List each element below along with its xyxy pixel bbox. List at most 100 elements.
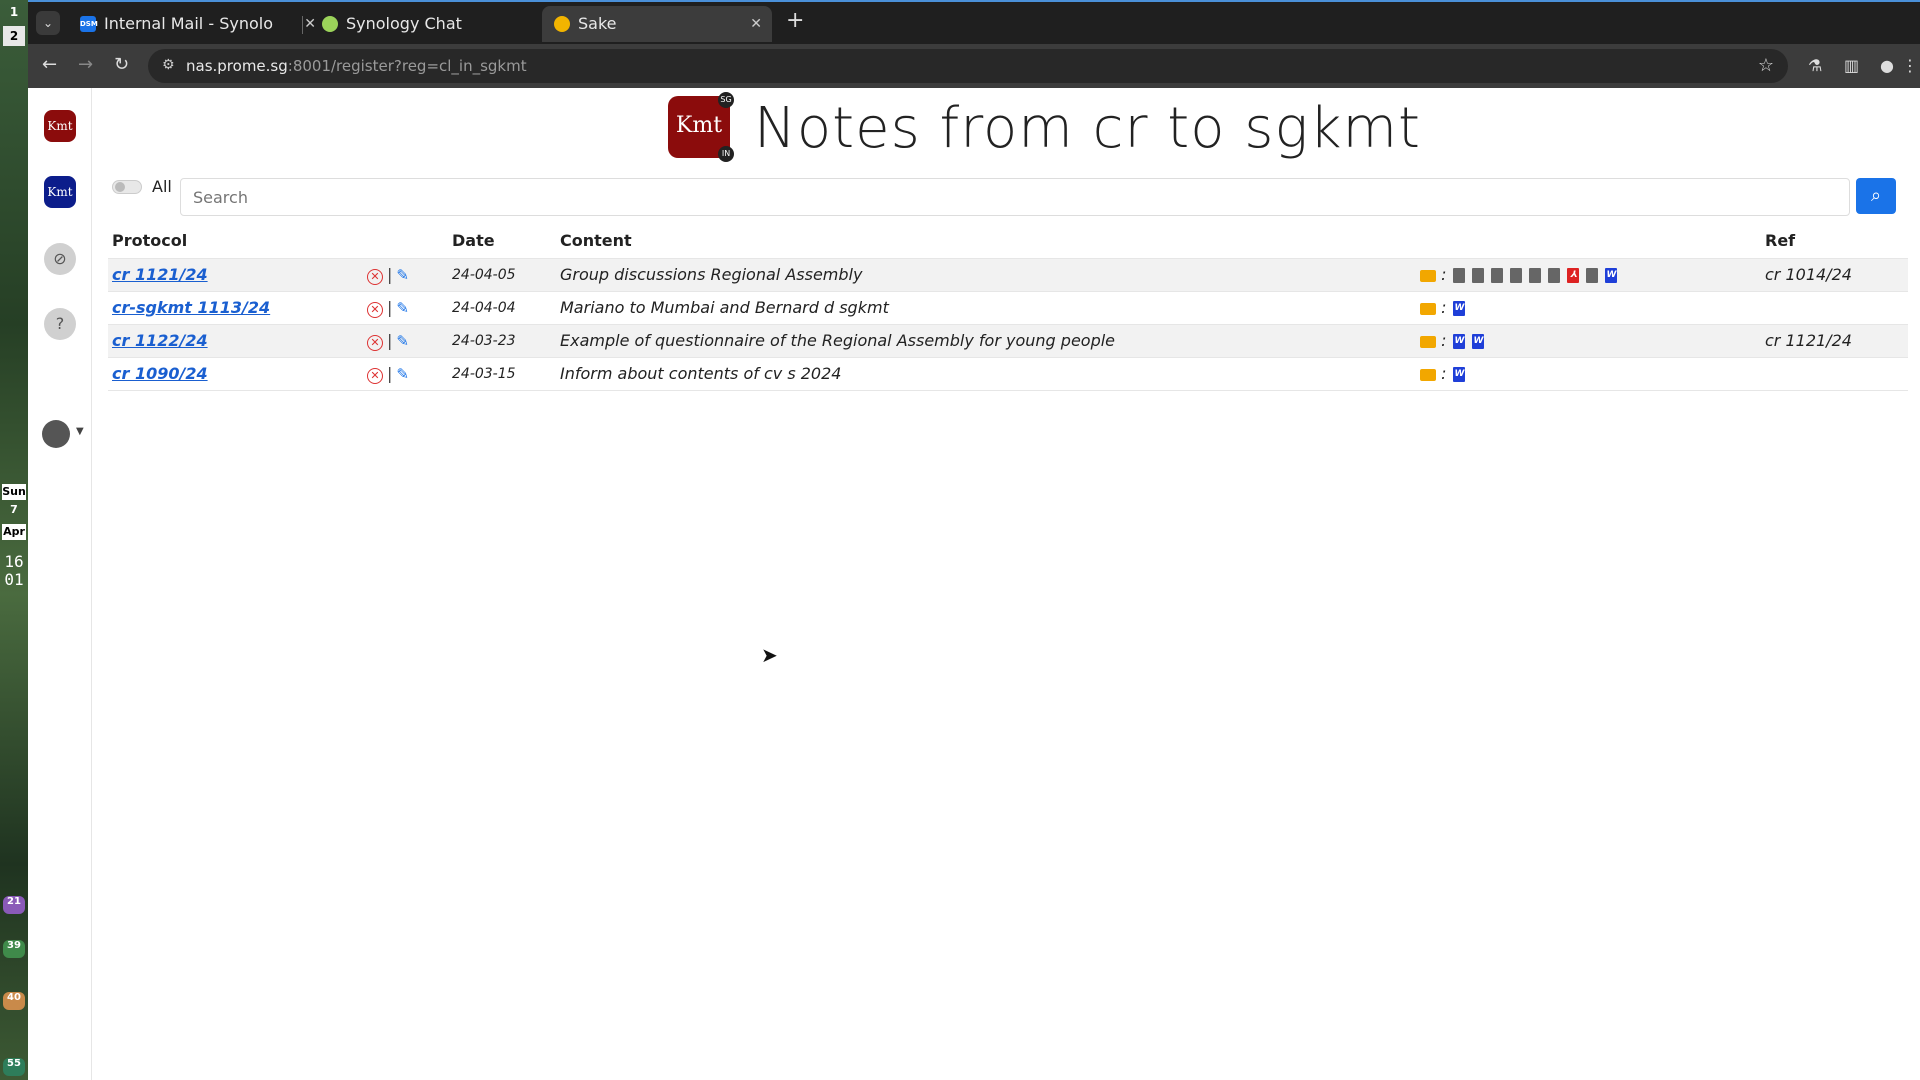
- word-file-icon[interactable]: W: [1472, 334, 1485, 349]
- separator: |: [387, 330, 393, 350]
- tab-synology-chat[interactable]: Synology Chat ✕: [310, 6, 568, 42]
- user-avatar[interactable]: [42, 420, 70, 448]
- ref-cell: cr 1121/24: [1761, 324, 1908, 358]
- separator: |: [387, 297, 393, 317]
- pdf-file-icon[interactable]: ⅄: [1567, 268, 1580, 283]
- address-bar[interactable]: ⚙ nas.prome.sg:8001/register?reg=cl_in_s…: [148, 49, 1788, 83]
- word-file-icon[interactable]: W: [1453, 334, 1466, 349]
- folder-icon[interactable]: [1420, 302, 1436, 315]
- labs-flask-icon[interactable]: ⚗: [1808, 56, 1822, 75]
- table-row: cr-sgkmt 1113/24 ✕ | ✎ 24-04-04 Mariano to Mu…: [108, 291, 1908, 325]
- date-cell: 24-03-15: [448, 357, 556, 391]
- content-cell: Mariano to Mumbai and Bernard d sgkmt: [556, 291, 1416, 325]
- folder-icon[interactable]: [1420, 269, 1436, 282]
- file-icon[interactable]: [1586, 268, 1599, 283]
- word-file-icon[interactable]: W: [1605, 268, 1618, 283]
- protocol-link[interactable]: cr 1122/24: [112, 331, 208, 350]
- back-arrow-icon[interactable]: ←: [42, 54, 57, 75]
- date-cell: 24-03-23: [448, 324, 556, 358]
- tab-title: Internal Mail - Synolo: [104, 14, 273, 33]
- edit-pencil-icon[interactable]: ✎: [396, 365, 409, 383]
- side-panel-icon[interactable]: ▥: [1844, 56, 1859, 75]
- protocol-link[interactable]: cr 1090/24: [112, 364, 208, 383]
- register-table: Protocol Date Content Ref cr 1121/24 ✕ | ✎ 2…: [108, 224, 1908, 391]
- ref-cell: cr 1014/24: [1761, 258, 1908, 292]
- file-icon[interactable]: [1453, 268, 1466, 283]
- protocol-link[interactable]: cr 1121/24: [112, 265, 208, 284]
- reload-icon[interactable]: ↻: [114, 54, 129, 75]
- url-text[interactable]: nas.prome.sg:8001/register?reg=cl_in_sgk…: [186, 49, 527, 83]
- search-input[interactable]: [180, 178, 1850, 216]
- file-icon[interactable]: [1548, 268, 1561, 283]
- protocol-link[interactable]: cr-sgkmt 1113/24: [112, 298, 270, 317]
- ref-cell: [1761, 357, 1908, 391]
- bookmark-star-icon[interactable]: ☆: [1758, 55, 1774, 76]
- file-icon[interactable]: [1529, 268, 1542, 283]
- sake-favicon-icon: [554, 16, 570, 32]
- chat-favicon-icon: [322, 16, 338, 32]
- folder-icon[interactable]: [1420, 368, 1436, 381]
- all-toggle[interactable]: [112, 180, 142, 194]
- chevron-down-icon[interactable]: ▼: [76, 426, 84, 437]
- workspace-2[interactable]: 2: [3, 26, 25, 46]
- content-cell: Inform about contents of cv s 2024: [556, 357, 1416, 391]
- file-icon[interactable]: [1472, 268, 1485, 283]
- date-cell: 24-04-04: [448, 291, 556, 325]
- attachments-cell: :WW: [1416, 324, 1761, 358]
- edit-pencil-icon[interactable]: ✎: [396, 266, 409, 284]
- tray-badge-4[interactable]: 55: [3, 1058, 25, 1076]
- forward-arrow-icon[interactable]: →: [78, 54, 93, 75]
- separator: |: [387, 363, 393, 383]
- ref-cell: [1761, 291, 1908, 325]
- profile-icon[interactable]: ●: [1880, 56, 1894, 75]
- tab-separator: [302, 16, 303, 34]
- all-toggle-label: All: [152, 177, 172, 196]
- column-header-files: [1416, 224, 1761, 259]
- tray-badge-3[interactable]: 40: [3, 992, 25, 1010]
- tray-badge-1[interactable]: 21: [3, 896, 25, 914]
- delete-icon[interactable]: ✕: [367, 367, 383, 384]
- kmt-logo: Kmt SG IN: [668, 92, 734, 162]
- clock-minutes: 01: [4, 570, 24, 589]
- tab-close-icon[interactable]: ✕: [750, 6, 762, 42]
- mouse-cursor-icon: ➤: [761, 643, 778, 667]
- protocol-cell: cr-sgkmt 1113/24: [108, 291, 363, 325]
- actions-cell: ✕ | ✎: [363, 357, 448, 391]
- folder-icon[interactable]: [1420, 335, 1436, 348]
- tab-bar: ⌄ DSM Internal Mail - Synolo ✕ Synology …: [28, 0, 1920, 44]
- tab-internal-mail[interactable]: DSM Internal Mail - Synolo ✕: [68, 6, 326, 42]
- delete-icon[interactable]: ✕: [367, 334, 383, 351]
- file-icon[interactable]: [1510, 268, 1523, 283]
- desktop-panel: 1 2 Sun 7 Apr 16 01 21 39 40 55: [0, 0, 28, 1080]
- tab-search-dropdown[interactable]: ⌄: [36, 11, 60, 35]
- sidebar-item-kmt-blue[interactable]: Kmt: [44, 176, 76, 208]
- table-header-row: Protocol Date Content Ref: [108, 224, 1908, 259]
- page-title: Notes from cr to sgkmt: [754, 96, 1422, 161]
- site-info-icon[interactable]: ⚙: [162, 57, 175, 73]
- delete-icon[interactable]: ✕: [367, 301, 383, 318]
- protocol-cell: cr 1090/24: [108, 357, 363, 391]
- tab-sake[interactable]: Sake ✕: [542, 6, 772, 42]
- delete-icon[interactable]: ✕: [367, 268, 383, 285]
- column-header-actions: [363, 224, 448, 259]
- new-tab-button[interactable]: +: [786, 8, 804, 33]
- edit-pencil-icon[interactable]: ✎: [396, 299, 409, 317]
- word-file-icon[interactable]: W: [1453, 367, 1466, 382]
- word-file-icon[interactable]: W: [1453, 301, 1466, 316]
- protocol-cell: cr 1122/24: [108, 324, 363, 358]
- actions-cell: ✕ | ✎: [363, 324, 448, 358]
- menu-dots-icon[interactable]: ⋮: [1902, 56, 1918, 75]
- workspace-1[interactable]: 1: [3, 2, 25, 22]
- tray-badge-2[interactable]: 39: [3, 940, 25, 958]
- content-cell: Example of questionnaire of the Regional…: [556, 324, 1416, 358]
- date-day: Sun: [2, 484, 26, 500]
- search-button[interactable]: ⌕: [1856, 178, 1896, 214]
- attachments-cell: :W: [1416, 291, 1761, 325]
- file-icon[interactable]: [1491, 268, 1504, 283]
- table-row: cr 1090/24 ✕ | ✎ 24-03-15 Inform about conten…: [108, 357, 1908, 391]
- sidebar-item-kmt-red[interactable]: Kmt: [44, 110, 76, 142]
- edit-pencil-icon[interactable]: ✎: [396, 332, 409, 350]
- column-header-date: Date: [448, 224, 556, 259]
- help-icon[interactable]: ?: [44, 308, 76, 340]
- link-icon[interactable]: ⊘: [44, 243, 76, 275]
